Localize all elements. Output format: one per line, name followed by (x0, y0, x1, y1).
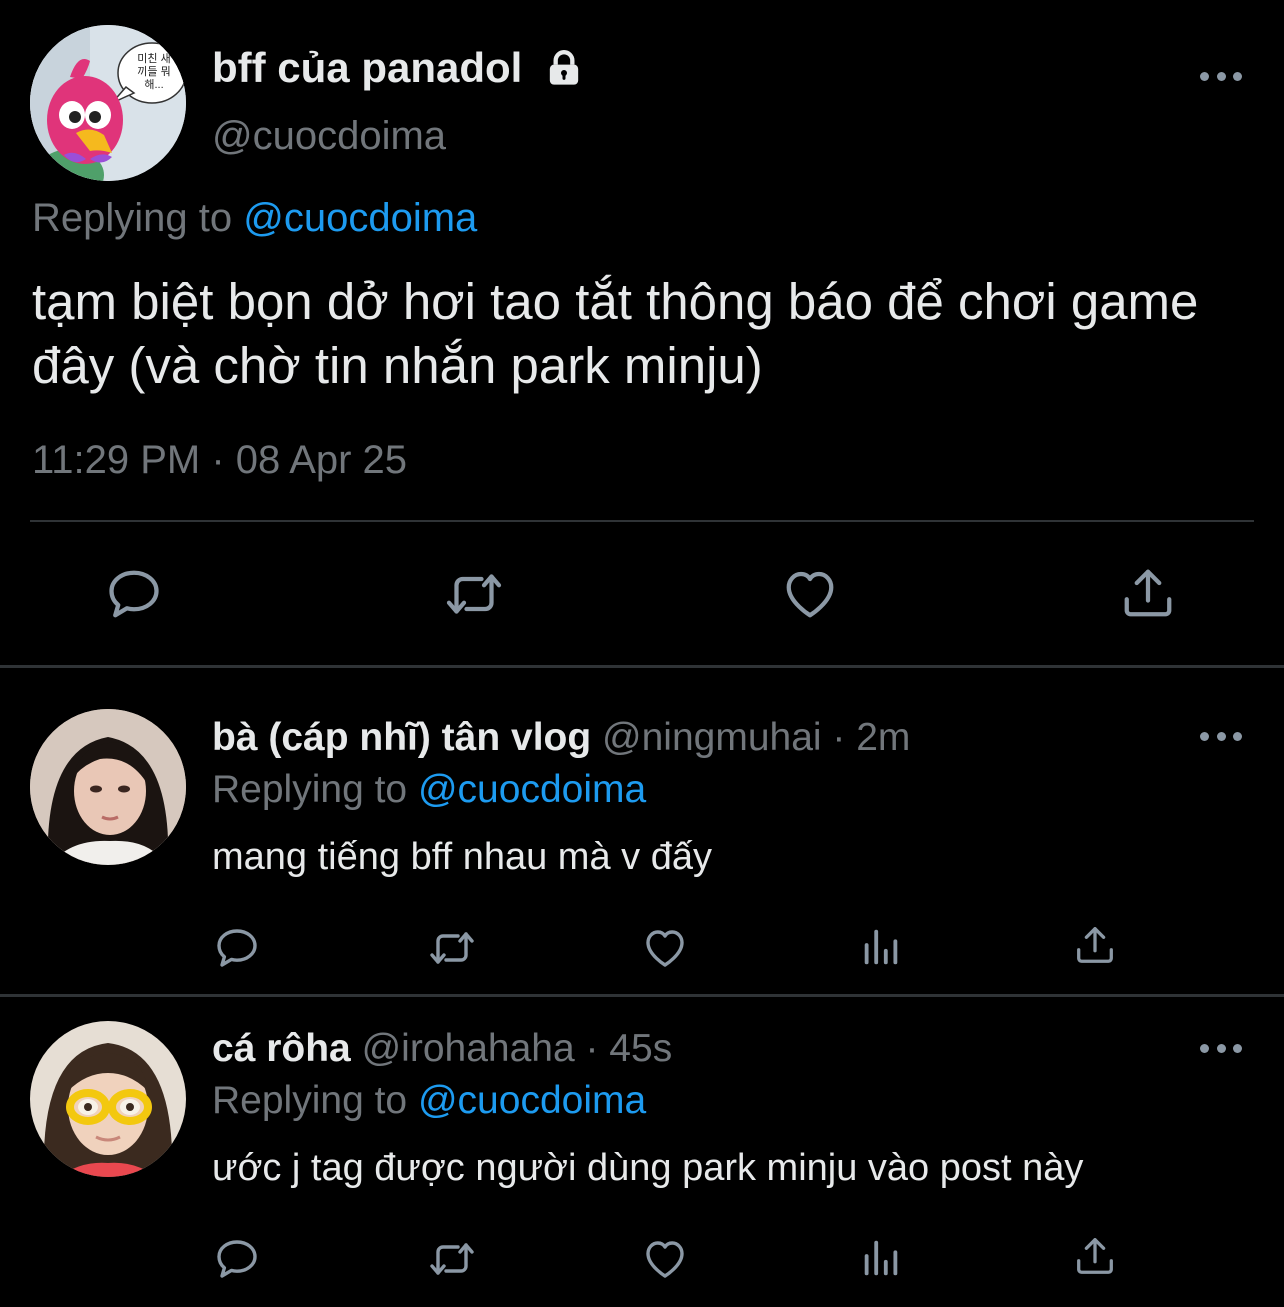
avatar[interactable] (30, 709, 186, 865)
retweet-icon[interactable] (425, 924, 479, 972)
avatar[interactable]: 미친 새끼들 뭐해... (30, 25, 186, 181)
retweet-icon[interactable] (425, 1235, 479, 1283)
reply-tweet[interactable]: bà (cáp nhĩ) tân vlog @ningmuhai · 2m Re… (0, 668, 1284, 994)
replying-to-label: Replying to (32, 196, 233, 240)
replying-to: Replying to @cuocdoima (212, 768, 646, 812)
like-icon[interactable] (780, 564, 840, 624)
author-line: bà (cáp nhĩ) tân vlog @ningmuhai · 2m (212, 716, 910, 760)
handle-time[interactable]: @irohahaha · 45s (362, 1027, 673, 1070)
tweet-text: tạm biệt bọn dở hơi tao tắt thông báo để… (32, 273, 1199, 394)
lock-icon (550, 50, 579, 85)
share-icon[interactable] (1118, 563, 1178, 623)
timestamp[interactable]: 11:29 PM · 08 Apr 25 (32, 438, 407, 483)
avatar-image (30, 709, 186, 865)
reply-icon[interactable] (213, 1235, 261, 1283)
reply-tweet[interactable]: cá rôha @irohahaha · 45s Replying to @cu… (0, 997, 1284, 1307)
reply-icon[interactable] (104, 564, 164, 624)
replying-to-label: Replying to (212, 1079, 408, 1122)
tweet-text: ước j tag được người dùng park minju vào… (212, 1147, 1084, 1189)
handle[interactable]: @cuocdoima (212, 114, 446, 159)
share-icon[interactable] (1072, 1233, 1118, 1279)
reply-icon[interactable] (213, 924, 261, 972)
tweet-text: mang tiếng bff nhau mà v đấy (212, 836, 712, 878)
more-icon[interactable] (1200, 730, 1242, 742)
like-icon[interactable] (641, 924, 689, 972)
avatar[interactable] (30, 1021, 186, 1177)
like-icon[interactable] (641, 1235, 689, 1283)
avatar-bubble-text: 미친 새끼들 뭐해... (137, 53, 171, 91)
display-name[interactable]: bà (cáp nhĩ) tân vlog (212, 716, 591, 759)
handle-time[interactable]: @ningmuhai · 2m (602, 716, 910, 759)
author-line: cá rôha @irohahaha · 45s (212, 1027, 672, 1071)
avatar-image (30, 1021, 186, 1177)
display-name[interactable]: bff của panadol (212, 44, 522, 92)
replying-to-label: Replying to (212, 768, 408, 811)
replying-to: Replying to @cuocdoima (212, 1079, 646, 1123)
replying-to-mention[interactable]: @cuocdoima (243, 196, 477, 240)
replying-to-mention[interactable]: @cuocdoima (418, 768, 646, 811)
replying-to-mention[interactable]: @cuocdoima (418, 1079, 646, 1122)
share-icon[interactable] (1072, 922, 1118, 968)
analytics-icon[interactable] (858, 924, 904, 970)
analytics-icon[interactable] (858, 1235, 904, 1281)
divider (30, 520, 1254, 522)
retweet-icon[interactable] (441, 564, 507, 624)
main-tweet: 미친 새끼들 뭐해... bff của panadol @cuocdoima … (0, 0, 1284, 668)
display-name[interactable]: cá rôha (212, 1027, 351, 1070)
author-line: bff của panadol (212, 44, 584, 92)
more-icon[interactable] (1200, 70, 1242, 82)
replying-to: Replying to @cuocdoima (32, 196, 477, 241)
more-icon[interactable] (1200, 1042, 1242, 1054)
avatar-image (30, 25, 186, 181)
